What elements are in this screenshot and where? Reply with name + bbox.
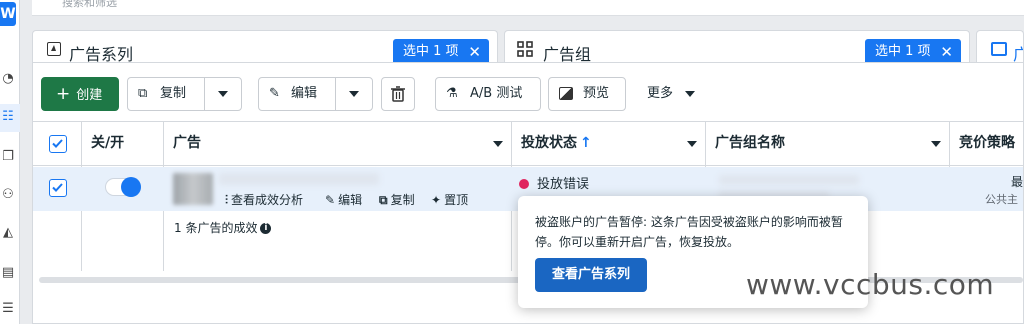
results-summary: 1 条广告的成效 i xyxy=(174,219,272,236)
search-hint: 搜索和筛选 xyxy=(62,0,117,9)
adsets-selected-label: 选中 1 项 xyxy=(875,44,931,59)
create-label: 创建 xyxy=(76,88,103,103)
delivery-status[interactable]: 投放错误 xyxy=(519,173,589,192)
chevron-down-icon xyxy=(493,141,503,147)
col-delivery-label: 投放状态 xyxy=(521,135,577,151)
col-bid-label: 竞价策略 xyxy=(959,135,1015,151)
row-pin-label: 置顶 xyxy=(444,193,469,207)
ab-test-button[interactable]: ⚗ A/B 测试 xyxy=(435,77,541,111)
ad-name-redacted[interactable] xyxy=(219,173,379,185)
col-ad-label: 广告 xyxy=(173,135,201,151)
document-icon[interactable]: ▤ xyxy=(0,264,16,282)
watermark-text: www.vccbus.com xyxy=(746,268,995,301)
duplicate-split-button[interactable]: ⧉ 复制 xyxy=(127,77,242,111)
preview-label: 预览 xyxy=(583,86,610,101)
row-edit-label: 编辑 xyxy=(338,193,363,207)
col-delivery-header[interactable]: 投放状态 ↑ xyxy=(521,122,705,165)
view-campaign-button[interactable]: 查看广告系列 xyxy=(535,258,647,292)
pages-icon[interactable]: ❐ xyxy=(0,148,16,166)
col-onoff-label: 关/开 xyxy=(91,135,125,151)
delivery-status-label: 投放错误 xyxy=(537,177,590,192)
search-filter-bar[interactable]: 搜索和筛选 xyxy=(32,0,1024,16)
column-divider xyxy=(949,121,950,167)
pencil-icon: ✎ xyxy=(325,193,336,207)
select-all-checkbox[interactable] xyxy=(49,135,67,153)
edit-dropdown[interactable] xyxy=(335,78,373,110)
campaigns-selected-label: 选中 1 项 xyxy=(403,44,459,59)
grid-icon xyxy=(517,41,533,57)
preview-button[interactable]: 预览 xyxy=(548,77,626,111)
ad-thumbnail[interactable] xyxy=(173,173,213,205)
chevron-down-icon xyxy=(687,141,697,147)
flask-icon: ⚗ xyxy=(446,86,458,101)
duplicate-dropdown[interactable] xyxy=(204,78,242,110)
table-grid-icon[interactable]: ☷ xyxy=(0,108,16,126)
view-insights-label: 查看成效分析 xyxy=(231,193,304,207)
row-duplicate-label: 复制 xyxy=(390,193,415,207)
error-status-dot xyxy=(519,179,529,189)
edit-label: 编辑 xyxy=(291,86,318,101)
trash-icon xyxy=(391,86,405,102)
list-icon[interactable]: ☰ xyxy=(0,300,16,318)
more-dropdown[interactable]: 更多 xyxy=(647,77,696,111)
table-header: 关/开 广告 投放状态 ↑ 广告组名称 竞价策略 xyxy=(33,121,1023,166)
sort-asc-icon: ↑ xyxy=(580,135,592,151)
tooltip-message: 被盗账户的广告暂停: 这条广告因受被盗账户的影响而被暂停。你可以重新开启广告，恢… xyxy=(535,215,843,249)
duplicate-icon: ⧉ xyxy=(379,193,388,207)
col-adset-name-label: 广告组名称 xyxy=(715,135,785,151)
pin-icon: ✦ xyxy=(431,193,442,207)
plus-icon: + xyxy=(56,84,71,104)
chart-icon: ⫶ xyxy=(225,193,229,207)
create-button[interactable]: + 创建 xyxy=(41,77,119,111)
app-logo[interactable]: W xyxy=(0,2,16,26)
delete-button[interactable] xyxy=(381,77,415,111)
col-ad-header[interactable]: 广告 xyxy=(173,122,511,165)
col-bid-header[interactable]: 竞价策略 xyxy=(959,122,1023,165)
row-edit-link[interactable]: ✎ 编辑 xyxy=(325,191,362,208)
ad-on-off-toggle[interactable] xyxy=(105,177,141,197)
bid-strategy-value: 最 xyxy=(1011,175,1024,189)
left-nav-rail: W ◔ ☷ ❐ ⚇ ◭ ▤ ☰ xyxy=(0,0,20,324)
chevron-down-icon xyxy=(218,91,228,97)
dashboard-icon[interactable]: ◔ xyxy=(0,70,16,88)
people-icon[interactable]: ⚇ xyxy=(0,186,16,204)
chevron-down-icon xyxy=(931,141,941,147)
ab-test-label: A/B 测试 xyxy=(470,86,523,101)
row-duplicate-link[interactable]: ⧉ 复制 xyxy=(379,191,415,208)
ad-icon xyxy=(991,42,1007,56)
edit-split-button[interactable]: ✎ 编辑 xyxy=(258,77,373,111)
view-insights-link[interactable]: ⫶ 查看成效分析 xyxy=(225,191,303,208)
pencil-icon: ✎ xyxy=(269,86,280,101)
row-pin-link[interactable]: ✦ 置顶 xyxy=(431,191,468,208)
toggle-knob xyxy=(121,177,141,197)
bid-strategy-sub: 公共主 xyxy=(985,193,1018,206)
duplicate-icon: ⧉ xyxy=(138,86,148,101)
col-adset-name-header[interactable]: 广告组名称 xyxy=(715,122,949,165)
adset-name-redacted[interactable] xyxy=(719,175,859,185)
folder-icon xyxy=(47,42,61,56)
col-onoff-header[interactable]: 关/开 xyxy=(91,122,163,165)
info-icon[interactable]: i xyxy=(260,223,272,234)
chevron-down-icon xyxy=(349,91,359,97)
chevron-down-icon xyxy=(685,90,696,97)
image-icon xyxy=(559,87,573,100)
results-summary-label: 1 条广告的成效 xyxy=(174,221,258,235)
row-checkbox[interactable] xyxy=(49,179,67,197)
duplicate-label: 复制 xyxy=(160,86,187,101)
column-divider xyxy=(705,121,706,167)
more-label: 更多 xyxy=(647,86,674,101)
megaphone-icon[interactable]: ◭ xyxy=(0,224,16,242)
